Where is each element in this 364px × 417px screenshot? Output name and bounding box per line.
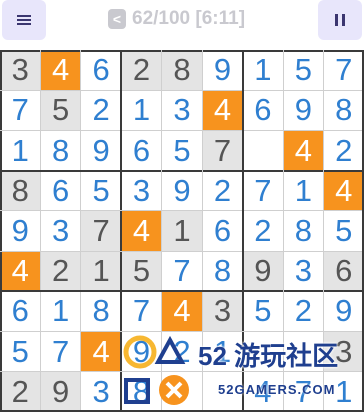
cell-r5-c7[interactable]: 2 [242, 210, 284, 252]
cell-r5-c3[interactable]: 7 [80, 210, 122, 252]
watermark-brand: 52 游玩社区 [198, 341, 339, 371]
grid-line [0, 89, 364, 91]
cell-r1-c6[interactable]: 9 [202, 50, 243, 91]
watermark-logo-icon [123, 335, 189, 405]
cell-r6-c8[interactable]: 3 [283, 251, 324, 292]
cell-r5-c2[interactable]: 3 [40, 210, 81, 252]
cell-r8-c3[interactable]: 4 [80, 331, 122, 372]
cell-r2-c1[interactable]: 7 [0, 90, 41, 131]
grid-line [0, 129, 364, 131]
cell-r7-c3[interactable]: 8 [80, 291, 122, 332]
cell-r2-c8[interactable]: 9 [283, 90, 324, 131]
cell-r2-c5[interactable]: 3 [161, 90, 203, 131]
cell-r1-c5[interactable]: 8 [161, 50, 203, 91]
cell-r4-c4[interactable]: 3 [121, 170, 162, 211]
cell-r3-c7[interactable] [242, 130, 284, 171]
grid-line [0, 290, 364, 293]
cell-r7-c8[interactable]: 2 [283, 291, 324, 332]
cell-r4-c7[interactable]: 7 [242, 170, 284, 211]
cell-r3-c5[interactable]: 5 [161, 130, 203, 171]
cell-r4-c9[interactable]: 4 [323, 170, 364, 211]
cell-r3-c8[interactable]: 4 [283, 130, 324, 171]
cell-r7-c5[interactable]: 4 [161, 291, 203, 332]
cell-r1-c3[interactable]: 6 [80, 50, 122, 91]
cell-r7-c1[interactable]: 6 [0, 291, 41, 332]
cell-r1-c8[interactable]: 5 [283, 50, 324, 91]
cell-r3-c6[interactable]: 7 [202, 130, 243, 171]
cell-r5-c9[interactable]: 5 [323, 210, 364, 252]
cell-r5-c4[interactable]: 4 [121, 210, 162, 252]
cell-r4-c8[interactable]: 1 [283, 170, 324, 211]
cell-r9-c1[interactable]: 2 [0, 371, 41, 412]
cell-r9-c3[interactable]: 3 [80, 371, 122, 412]
cell-r6-c1[interactable]: 4 [0, 251, 41, 292]
grid-line [80, 50, 82, 412]
cell-r3-c3[interactable]: 9 [80, 130, 122, 171]
cell-r7-c2[interactable]: 1 [40, 291, 81, 332]
cell-r8-c2[interactable]: 7 [40, 331, 81, 372]
cell-r7-c9[interactable]: 9 [323, 291, 364, 332]
cell-r8-c1[interactable]: 5 [0, 331, 41, 372]
pause-icon [335, 14, 345, 26]
top-bar: < 62/100 [6:11] [0, 0, 364, 48]
cell-r7-c6[interactable]: 3 [202, 291, 243, 332]
cell-r3-c2[interactable]: 8 [40, 130, 81, 171]
menu-icon [17, 15, 31, 25]
cell-r5-c5[interactable]: 1 [161, 210, 203, 252]
cell-r6-c9[interactable]: 6 [323, 251, 364, 292]
cell-r4-c2[interactable]: 6 [40, 170, 81, 211]
cell-r5-c8[interactable]: 8 [283, 210, 324, 252]
cell-r9-c2[interactable]: 9 [40, 371, 81, 412]
menu-button[interactable] [2, 0, 46, 40]
cell-r6-c6[interactable]: 8 [202, 251, 243, 292]
cell-r2-c2[interactable]: 5 [40, 90, 81, 131]
cell-r1-c9[interactable]: 7 [323, 50, 364, 91]
cell-r6-c7[interactable]: 9 [242, 251, 284, 292]
grid-line [39, 50, 41, 412]
cell-r4-c5[interactable]: 9 [161, 170, 203, 211]
cell-r4-c6[interactable]: 2 [202, 170, 243, 211]
cell-r6-c3[interactable]: 1 [80, 251, 122, 292]
cell-r2-c3[interactable]: 2 [80, 90, 122, 131]
grid-line [0, 169, 364, 172]
grid-line [0, 50, 364, 52]
cell-r7-c7[interactable]: 5 [242, 291, 284, 332]
cell-r4-c1[interactable]: 8 [0, 170, 41, 211]
cell-r6-c5[interactable]: 7 [161, 251, 203, 292]
pause-button[interactable] [318, 0, 362, 40]
back-button[interactable]: < [108, 9, 126, 29]
cell-r1-c1[interactable]: 3 [0, 50, 41, 91]
cell-r1-c7[interactable]: 1 [242, 50, 284, 91]
grid-line [0, 210, 364, 212]
watermark-site: 52GAMERS.COM [218, 382, 336, 397]
progress-label: 62/100 [6:11] [132, 8, 246, 29]
cell-r2-c7[interactable]: 6 [242, 90, 284, 131]
cell-r5-c6[interactable]: 6 [202, 210, 243, 252]
cell-r1-c4[interactable]: 2 [121, 50, 162, 91]
watermark: 52 游玩社区 52GAMERS.COM [118, 330, 364, 412]
cell-r3-c4[interactable]: 6 [121, 130, 162, 171]
cell-r4-c3[interactable]: 5 [80, 170, 122, 211]
cell-r1-c2[interactable]: 4 [40, 50, 81, 91]
cell-r6-c4[interactable]: 5 [121, 251, 162, 292]
progress-title: < 62/100 [6:11] [108, 6, 245, 32]
cell-r7-c4[interactable]: 7 [121, 291, 162, 332]
cell-r6-c2[interactable]: 2 [40, 251, 81, 292]
cell-r2-c4[interactable]: 1 [121, 90, 162, 131]
grid-line [0, 50, 2, 412]
cell-r3-c1[interactable]: 1 [0, 130, 41, 171]
grid-line [0, 250, 364, 252]
cell-r2-c9[interactable]: 8 [323, 90, 364, 131]
cell-r3-c9[interactable]: 2 [323, 130, 364, 171]
cell-r2-c6[interactable]: 4 [202, 90, 243, 131]
cell-r5-c1[interactable]: 9 [0, 210, 41, 252]
